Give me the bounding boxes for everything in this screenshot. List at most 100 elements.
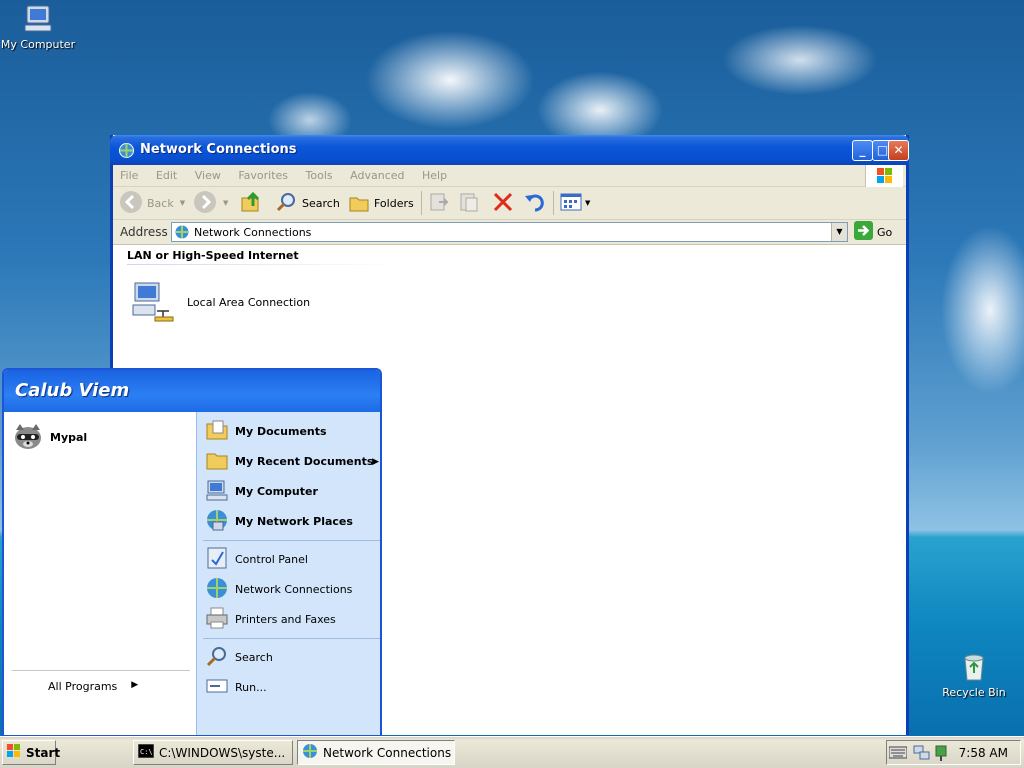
arrow-right-icon: ▶ <box>372 456 379 467</box>
copy-to-button[interactable] <box>457 190 481 216</box>
recycle-bin-icon <box>957 650 991 684</box>
console-icon: C:\ <box>137 743 155 761</box>
back-arrow-icon <box>119 190 143 217</box>
start-item-control-panel[interactable]: Control Panel <box>205 546 308 573</box>
start-label: Start <box>26 745 61 760</box>
network-connections-icon <box>302 743 318 762</box>
go-button[interactable]: Go <box>854 221 893 243</box>
views-button[interactable]: ▼ <box>559 190 590 216</box>
search-button[interactable]: Search <box>275 190 340 216</box>
network-status-icon[interactable] <box>913 744 931 765</box>
delete-button[interactable] <box>491 190 515 216</box>
folder-icon <box>205 448 229 475</box>
start-item-label: Run... <box>235 681 267 694</box>
start-item-my-computer[interactable]: My Computer <box>205 478 318 505</box>
move-to-icon <box>427 190 451 217</box>
address-dropdown-button[interactable]: ▼ <box>831 223 847 241</box>
chevron-down-icon: ▼ <box>223 199 229 207</box>
window-title: Network Connections <box>140 142 297 157</box>
start-menu-separator <box>203 638 380 639</box>
toolbar-separator <box>553 191 554 215</box>
start-item-my-recent-documents[interactable]: My Recent Documents ▶ <box>205 448 380 475</box>
taskbar-button-console[interactable]: C:\ C:\WINDOWS\syste... <box>133 740 293 765</box>
menu-tools[interactable]: Tools <box>299 165 340 186</box>
group-header: LAN or High-Speed Internet <box>127 249 299 262</box>
system-tray: 7:58 AM <box>886 740 1021 765</box>
windows-logo-icon <box>865 165 903 187</box>
clock[interactable]: 7:58 AM <box>959 746 1008 760</box>
my-documents-icon <box>205 418 229 445</box>
taskbar-button-label: Network Connections <box>323 745 452 760</box>
menu-edit[interactable]: Edit <box>149 165 184 186</box>
address-field[interactable]: Network Connections ▼ <box>171 222 848 242</box>
start-menu-header: Calub Viem <box>4 370 380 412</box>
address-label: Address <box>120 225 168 239</box>
forward-button[interactable]: ▼ <box>193 190 228 216</box>
start-button[interactable]: Start <box>2 740 60 765</box>
chevron-down-icon: ▼ <box>179 199 186 207</box>
all-programs-button[interactable]: All Programs ▶ <box>48 680 138 693</box>
start-menu-left-pane: Mypal All Programs ▶ <box>4 412 196 735</box>
group-divider <box>127 264 397 265</box>
delete-x-icon <box>491 190 515 217</box>
start-item-my-network-places[interactable]: My Network Places <box>205 508 353 535</box>
views-icon <box>559 190 583 217</box>
go-label: Go <box>877 225 893 239</box>
toolbar: Back ▼ ▼ Search Folders ▼ <box>113 187 906 220</box>
toolbar-separator <box>421 191 422 215</box>
control-panel-icon <box>205 546 229 573</box>
lan-connection-icon <box>129 277 177 328</box>
search-icon <box>275 190 299 217</box>
connection-label: Local Area Connection <box>187 296 311 309</box>
connection-item-local-area[interactable]: Local Area Connection <box>129 277 310 328</box>
start-item-network-connections[interactable]: Network Connections <box>205 576 352 603</box>
menu-view[interactable]: View <box>188 165 228 186</box>
pinned-item-mypal[interactable]: Mypal <box>12 420 87 455</box>
start-item-label: My Documents <box>235 425 327 438</box>
start-item-label: Network Connections <box>235 583 353 596</box>
user-name: Calub Viem <box>15 380 130 401</box>
start-item-label: My Computer <box>235 485 318 498</box>
menu-help[interactable]: Help <box>415 165 454 186</box>
svg-text:C:\: C:\ <box>140 748 153 756</box>
address-value: Network Connections <box>194 226 312 239</box>
back-button[interactable]: Back ▼ <box>119 190 185 216</box>
safely-remove-icon[interactable] <box>933 744 949 765</box>
folders-button[interactable]: Folders <box>347 190 414 216</box>
start-menu-right-pane: My Documents My Recent Documents ▶ My Co… <box>196 412 380 735</box>
desktop-icon-my-computer[interactable]: My Computer <box>0 2 76 51</box>
start-item-search[interactable]: Search <box>205 644 273 671</box>
desktop-icon-recycle-bin[interactable]: Recycle Bin <box>936 650 1012 699</box>
desktop-icon-label: Recycle Bin <box>942 686 1006 699</box>
minimize-button[interactable]: _ <box>852 140 873 161</box>
taskbar: Start C:\ C:\WINDOWS\syste... Network Co… <box>0 736 1024 768</box>
forward-arrow-icon <box>193 190 217 217</box>
start-item-printers-and-faxes[interactable]: Printers and Faxes <box>205 606 336 633</box>
up-folder-button[interactable] <box>239 190 263 216</box>
menu-advanced[interactable]: Advanced <box>343 165 411 186</box>
start-item-my-documents[interactable]: My Documents <box>205 418 327 445</box>
chevron-down-icon: ▼ <box>585 199 591 207</box>
undo-icon <box>523 190 547 217</box>
taskbar-button-network-connections[interactable]: Network Connections <box>297 740 455 765</box>
pinned-item-label: Mypal <box>50 431 88 444</box>
network-places-icon <box>205 508 229 535</box>
keyboard-icon[interactable] <box>888 745 908 762</box>
undo-button[interactable] <box>523 190 547 216</box>
go-arrow-icon <box>854 221 873 243</box>
back-label: Back <box>147 196 174 210</box>
search-label: Search <box>302 196 340 210</box>
move-to-button[interactable] <box>427 190 451 216</box>
raccoon-icon <box>12 420 44 455</box>
network-connections-icon <box>174 224 190 243</box>
taskbar-button-label: C:\WINDOWS\syste... <box>159 745 286 760</box>
menu-favorites[interactable]: Favorites <box>231 165 295 186</box>
all-programs-label: All Programs <box>48 680 118 693</box>
window-titlebar[interactable]: Network Connections _ □ ✕ <box>110 135 909 165</box>
menu-file[interactable]: File <box>113 165 145 186</box>
start-item-run[interactable]: Run... <box>205 674 267 701</box>
start-item-label: Printers and Faxes <box>235 613 336 626</box>
close-button[interactable]: ✕ <box>888 140 909 161</box>
folders-label: Folders <box>374 196 414 210</box>
start-menu: Calub Viem Mypal All Programs ▶ My Docum… <box>2 368 382 737</box>
